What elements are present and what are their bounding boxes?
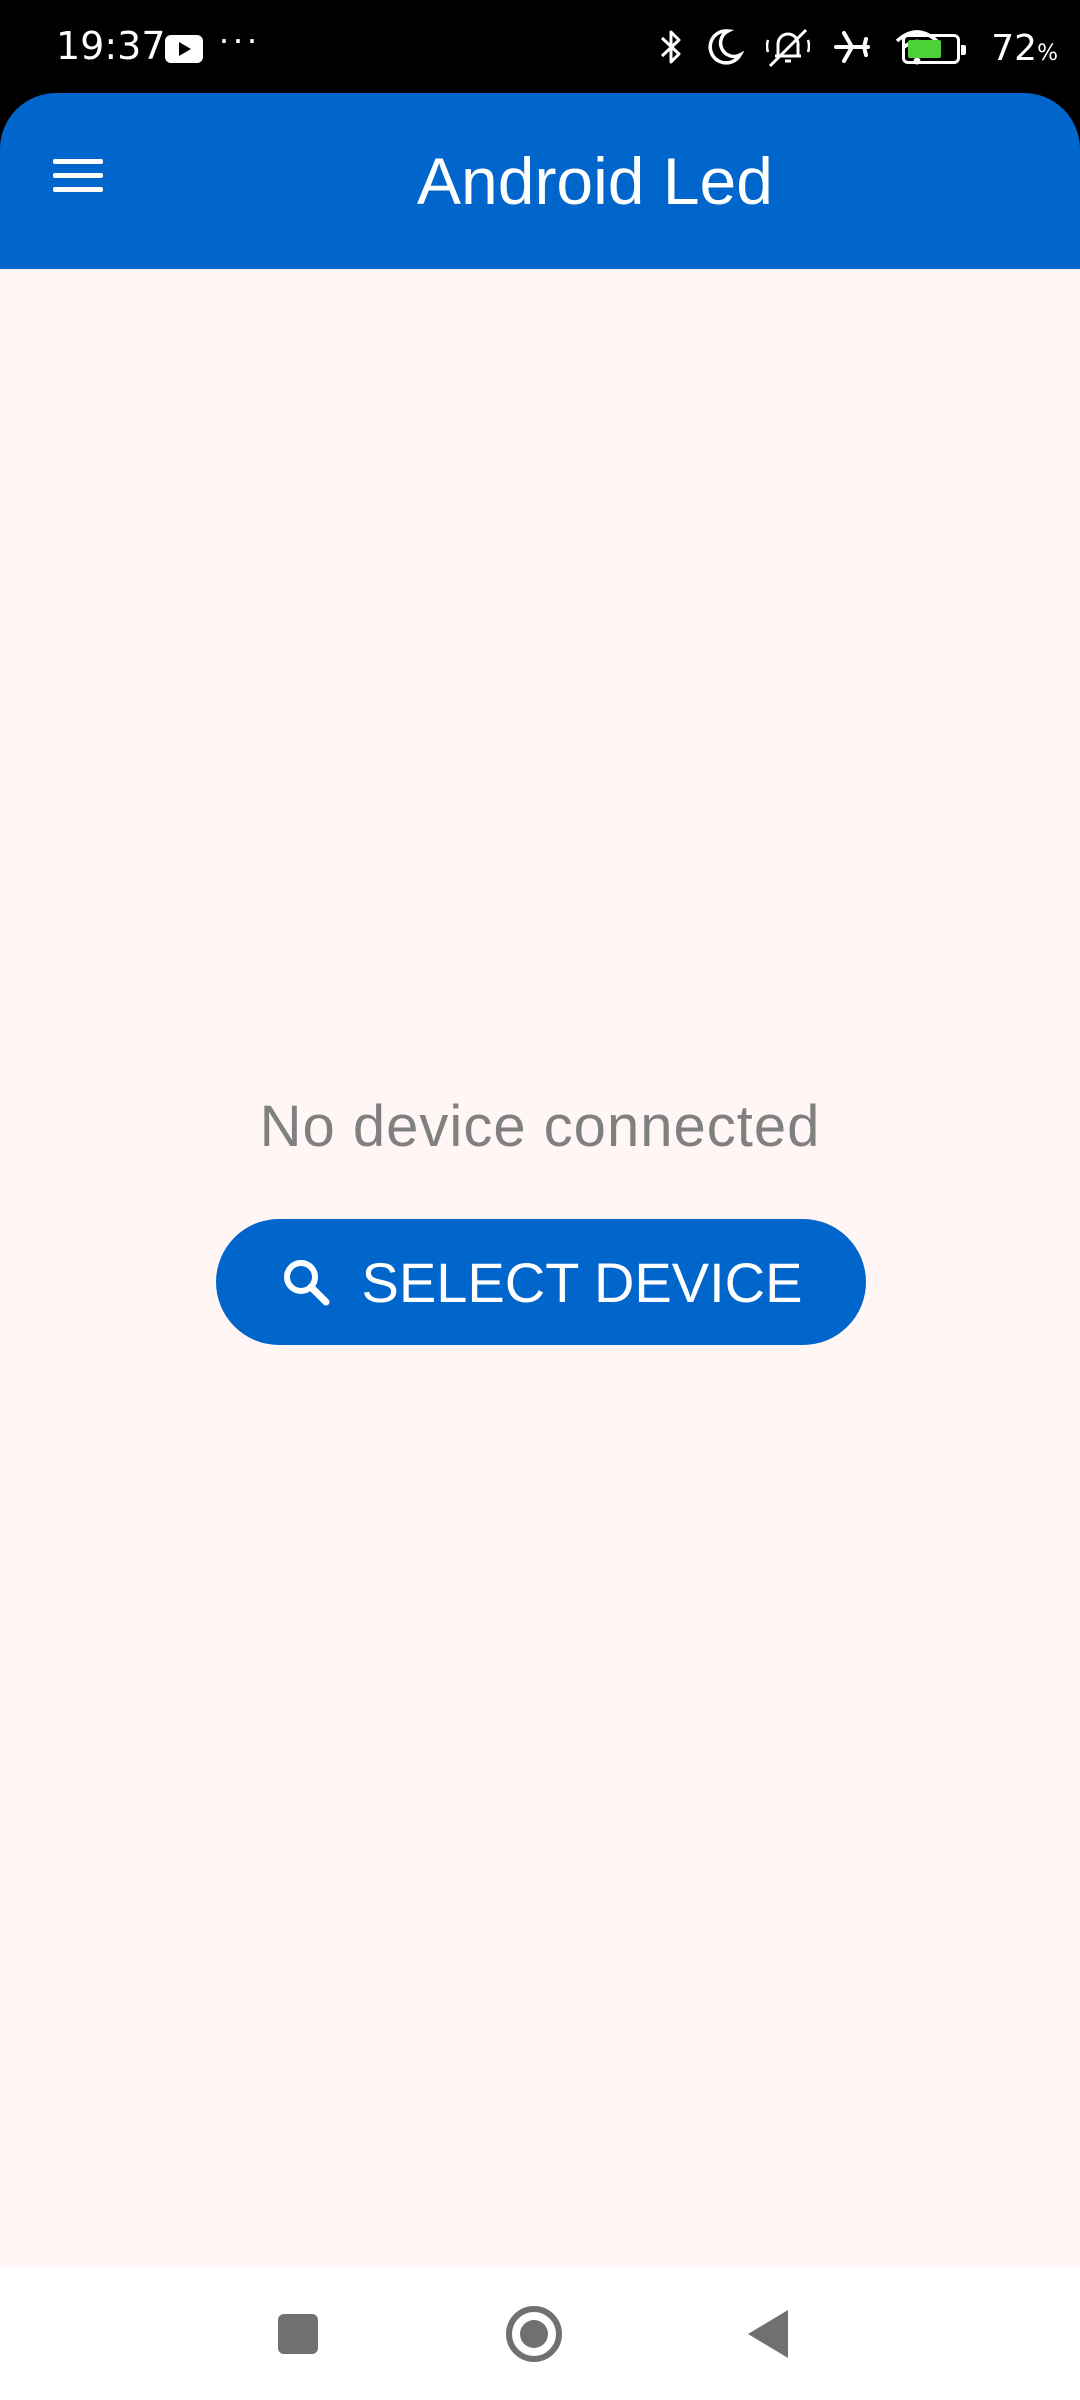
- select-device-label: SELECT DEVICE: [361, 1250, 803, 1314]
- battery-charging-icon: [902, 34, 966, 64]
- app-bar: Android Led: [0, 93, 1080, 269]
- home-icon[interactable]: [506, 2306, 562, 2362]
- recents-icon[interactable]: [278, 2314, 318, 2354]
- navigation-bar: [0, 2268, 1080, 2400]
- search-icon: [283, 1260, 330, 1306]
- app-title: Android Led: [417, 144, 773, 218]
- bell-off-icon: [766, 28, 810, 68]
- bluetooth-icon: [660, 30, 681, 64]
- status-bar: 19:37 ··· 72%: [0, 0, 1080, 100]
- main-content: No device connected SELECT DEVICE: [0, 269, 1080, 2268]
- back-icon[interactable]: [748, 2310, 788, 2358]
- no-device-message: No device connected: [259, 1094, 821, 1159]
- moon-icon: [708, 29, 744, 65]
- battery-level-fill: [908, 40, 941, 58]
- battery-percent-value: 72: [991, 28, 1038, 69]
- more-notifications-icon: ···: [218, 18, 260, 59]
- battery-percent-unit: %: [1037, 41, 1058, 66]
- status-icons: [658, 26, 940, 68]
- battery-nub: [961, 45, 966, 55]
- battery-percentage: 72%: [991, 28, 1058, 69]
- airplane-icon: [834, 31, 870, 63]
- select-device-button[interactable]: SELECT DEVICE: [216, 1219, 866, 1345]
- status-time: 19:37: [56, 24, 166, 68]
- youtube-icon: [165, 35, 203, 63]
